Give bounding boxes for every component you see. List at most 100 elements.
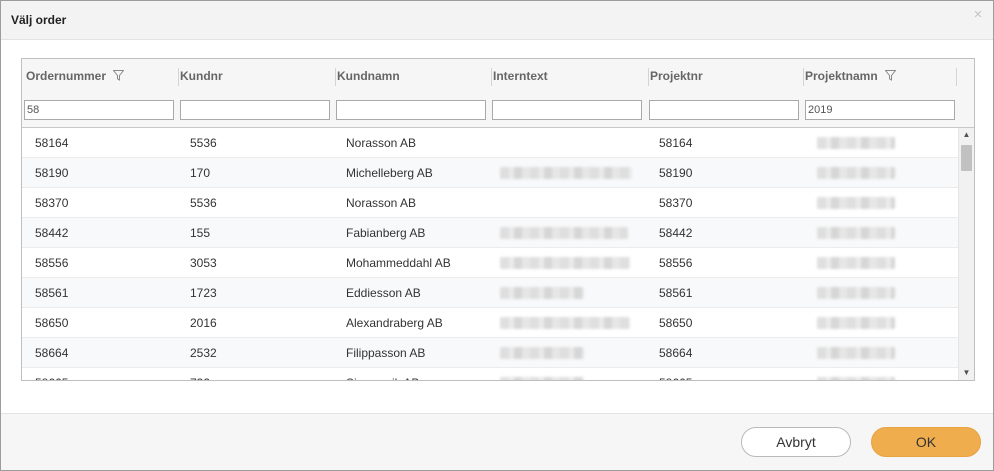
cell-kundnamn: Eddiesson AB bbox=[346, 286, 421, 300]
cell-ordernummer: 58561 bbox=[35, 286, 69, 300]
redacted-projektnamn bbox=[817, 377, 895, 380]
redacted-projektnamn bbox=[817, 287, 895, 299]
cell-projektnr: 58370 bbox=[659, 196, 693, 210]
scrollbar-thumb[interactable] bbox=[961, 145, 972, 171]
select-order-dialog: Välj order × Ordernummer Kundnr Kundnamn… bbox=[0, 0, 994, 471]
cell-projektnr: 58442 bbox=[659, 226, 693, 240]
redacted-projektnamn bbox=[817, 137, 895, 149]
redacted-projektnamn bbox=[817, 317, 895, 329]
column-separator bbox=[491, 68, 492, 86]
table-row[interactable]: 58190 170 Michelleberg AB 58190 bbox=[22, 158, 958, 188]
dialog-header: Välj order × bbox=[1, 1, 993, 40]
cancel-button[interactable]: Avbryt bbox=[741, 427, 851, 457]
column-header-ordernummer[interactable]: Ordernummer bbox=[26, 59, 176, 93]
column-header-projektnr[interactable]: Projektnr bbox=[648, 59, 800, 93]
cell-kundnr: 5536 bbox=[190, 136, 217, 150]
cell-kundnamn: Michelleberg AB bbox=[346, 166, 433, 180]
table-row[interactable]: 58665 732 Simonsvik AB 58665 bbox=[22, 368, 958, 380]
redacted-interntext bbox=[500, 167, 632, 179]
cell-projektnr: 58164 bbox=[659, 136, 693, 150]
cell-projektnr: 58190 bbox=[659, 166, 693, 180]
cell-ordernummer: 58370 bbox=[35, 196, 69, 210]
cell-kundnr: 2532 bbox=[190, 346, 217, 360]
table-row[interactable]: 58664 2532 Filippasson AB 58664 bbox=[22, 338, 958, 368]
grid-body: 58164 5536 Norasson AB 58164 58190 170 M… bbox=[22, 128, 958, 380]
cell-kundnamn: Mohammeddahl AB bbox=[346, 256, 451, 270]
cell-kundnr: 3053 bbox=[190, 256, 217, 270]
filter-input-ordernummer[interactable] bbox=[24, 100, 174, 120]
cell-kundnamn: Simonsvik AB bbox=[346, 368, 419, 380]
cell-kundnr: 155 bbox=[190, 226, 211, 240]
column-label: Interntext bbox=[493, 69, 548, 83]
dialog-title: Välj order bbox=[11, 13, 67, 27]
redacted-projektnamn bbox=[817, 257, 895, 269]
redacted-projektnamn bbox=[817, 227, 895, 239]
column-label: Projektnamn bbox=[805, 69, 878, 83]
table-row[interactable]: 58164 5536 Norasson AB 58164 bbox=[22, 128, 958, 158]
column-label: Projektnr bbox=[650, 69, 703, 83]
column-label: Ordernummer bbox=[26, 69, 107, 83]
cell-kundnamn: Fabianberg AB bbox=[346, 226, 426, 240]
redacted-projektnamn bbox=[817, 167, 895, 179]
redacted-projektnamn bbox=[817, 347, 895, 359]
cell-projektnr: 58650 bbox=[659, 316, 693, 330]
table-row[interactable]: 58561 1723 Eddiesson AB 58561 bbox=[22, 278, 958, 308]
cell-ordernummer: 58556 bbox=[35, 256, 69, 270]
column-header-kundnamn[interactable]: Kundnamn bbox=[335, 59, 487, 93]
cell-ordernummer: 58664 bbox=[35, 346, 69, 360]
column-header-kundnr[interactable]: Kundnr bbox=[178, 59, 330, 93]
cell-kundnamn: Alexandraberg AB bbox=[346, 316, 443, 330]
redacted-projektnamn bbox=[817, 197, 895, 209]
cell-kundnamn: Norasson AB bbox=[346, 136, 417, 150]
column-label: Kundnr bbox=[180, 69, 223, 83]
column-separator bbox=[803, 68, 804, 86]
redacted-interntext bbox=[500, 287, 584, 299]
column-header-end bbox=[956, 59, 959, 93]
column-header-interntext[interactable]: Interntext bbox=[491, 59, 643, 93]
cell-kundnamn: Filippasson AB bbox=[346, 346, 426, 360]
table-row[interactable]: 58370 5536 Norasson AB 58370 bbox=[22, 188, 958, 218]
cell-kundnr: 170 bbox=[190, 166, 211, 180]
filter-input-kundnamn[interactable] bbox=[336, 100, 486, 120]
vertical-scrollbar[interactable]: ▲ ▼ bbox=[958, 128, 974, 380]
column-separator bbox=[335, 68, 336, 86]
close-icon[interactable]: × bbox=[971, 7, 985, 22]
redacted-interntext bbox=[500, 227, 628, 239]
cell-ordernummer: 58665 bbox=[35, 368, 68, 380]
filter-input-projektnr[interactable] bbox=[649, 100, 799, 120]
filter-icon[interactable] bbox=[884, 70, 896, 81]
cell-ordernummer: 58190 bbox=[35, 166, 69, 180]
cell-kundnamn: Norasson AB bbox=[346, 196, 417, 210]
filter-input-projektnamn[interactable] bbox=[805, 100, 955, 120]
column-label: Kundnamn bbox=[337, 69, 400, 83]
cell-projektnr: 58664 bbox=[659, 346, 693, 360]
filter-icon[interactable] bbox=[113, 70, 125, 81]
filter-input-interntext[interactable] bbox=[492, 100, 642, 120]
column-header-projektnamn[interactable]: Projektnamn bbox=[803, 59, 955, 93]
cell-kundnr: 5536 bbox=[190, 196, 217, 210]
cell-kundnr: 2016 bbox=[190, 316, 217, 330]
column-separator bbox=[648, 68, 649, 86]
cell-ordernummer: 58650 bbox=[35, 316, 69, 330]
cell-kundnr: 732 bbox=[190, 368, 210, 380]
table-row[interactable]: 58442 155 Fabianberg AB 58442 bbox=[22, 218, 958, 248]
redacted-interntext bbox=[500, 317, 630, 329]
ok-button[interactable]: OK bbox=[871, 427, 981, 457]
redacted-interntext bbox=[500, 377, 584, 380]
cell-projektnr: 58561 bbox=[659, 286, 693, 300]
cell-ordernummer: 58164 bbox=[35, 136, 69, 150]
filter-input-kundnr[interactable] bbox=[180, 100, 330, 120]
table-row[interactable]: 58556 3053 Mohammeddahl AB 58556 bbox=[22, 248, 958, 278]
column-separator bbox=[956, 68, 957, 86]
cell-projektnr: 58556 bbox=[659, 256, 693, 270]
scroll-up-arrow-icon[interactable]: ▲ bbox=[959, 128, 974, 142]
cell-projektnr: 58665 bbox=[659, 368, 692, 380]
cell-kundnr: 1723 bbox=[190, 286, 217, 300]
table-row[interactable]: 58650 2016 Alexandraberg AB 58650 bbox=[22, 308, 958, 338]
redacted-interntext bbox=[500, 257, 630, 269]
redacted-interntext bbox=[500, 347, 584, 359]
order-grid: Ordernummer Kundnr Kundnamn Interntext P… bbox=[21, 58, 975, 381]
grid-header: Ordernummer Kundnr Kundnamn Interntext P… bbox=[22, 59, 974, 128]
cell-ordernummer: 58442 bbox=[35, 226, 69, 240]
scroll-down-arrow-icon[interactable]: ▼ bbox=[959, 366, 974, 380]
